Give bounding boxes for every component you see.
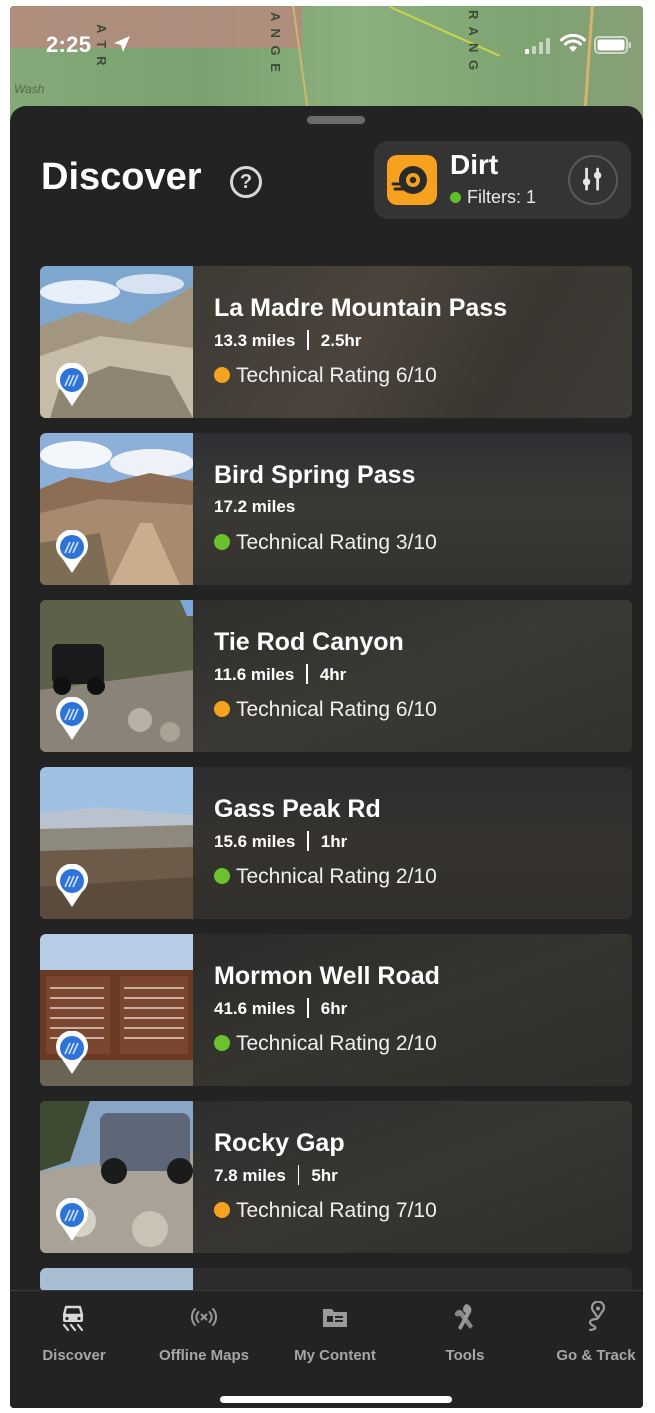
tire-icon (387, 155, 437, 205)
folder-icon (323, 1309, 347, 1327)
trail-card[interactable]: Gass Peak Rd 15.6 miles 1hr Technical Rat… (40, 767, 632, 919)
trail-pin-icon (56, 697, 88, 740)
rating-label: Technical Rating 2/10 (236, 1032, 437, 1055)
trail-distance: 13.3 miles (214, 331, 296, 350)
filter-count: Filters: 1 (450, 187, 536, 208)
rating-label: Technical Rating 6/10 (236, 364, 437, 387)
technical-rating: Technical Rating 6/10 (214, 698, 437, 722)
trail-distance: 7.8 miles (214, 1166, 286, 1185)
technical-rating: Technical Rating 2/10 (214, 865, 437, 889)
wifi-icon (560, 34, 586, 52)
rating-label: Technical Rating 2/10 (236, 865, 437, 888)
filter-settings-button[interactable] (568, 155, 618, 205)
tab-my-content[interactable]: My Content (275, 1301, 395, 1364)
trail-pin-icon (56, 864, 88, 907)
trail-stats: 41.6 miles 6hr (214, 998, 347, 1019)
trail-distance: 11.6 miles (214, 665, 295, 684)
trail-pin-icon (56, 1031, 88, 1074)
rating-dot (214, 701, 230, 717)
trail-pin-icon (56, 530, 88, 573)
stat-divider (307, 330, 309, 350)
tab-label: My Content (294, 1347, 376, 1364)
trail-name: Mormon Well Road (214, 962, 440, 990)
trail-card[interactable]: Bird Spring Pass 17.2 miles Technical Ra… (40, 433, 632, 585)
status-time: 2:25 (46, 32, 92, 57)
trail-stats: 17.2 miles (214, 497, 295, 517)
offline-signal-icon (191, 1308, 217, 1326)
trail-duration: 1hr (320, 832, 348, 851)
trail-distance: 41.6 miles (214, 999, 296, 1018)
discover-sheet: Discover ? Dirt Filters: 1 La Madre Moun… (10, 106, 643, 1408)
tab-tools[interactable]: Tools (405, 1301, 525, 1364)
trail-duration: 6hr (320, 999, 348, 1018)
trail-card[interactable]: Mormon Well Road 41.6 miles 6hr Technical… (40, 934, 632, 1086)
rating-dot (214, 1035, 230, 1051)
trail-pin-icon (56, 1198, 88, 1241)
trail-stats: 15.6 miles 1hr (214, 831, 347, 852)
tab-bar: Discover Offline Maps My Content Tools G… (10, 1290, 643, 1408)
trail-card[interactable]: Tie Rod Canyon 11.6 miles 4hr Technical R… (40, 600, 632, 752)
stat-divider (297, 1165, 300, 1185)
filter-status-dot (450, 192, 461, 203)
rating-dot (214, 868, 230, 884)
rating-label: Technical Rating 7/10 (236, 1199, 437, 1222)
page-title: Discover (41, 156, 202, 198)
trail-photo (40, 1268, 193, 1292)
trail-duration: 4hr (319, 665, 347, 684)
sliders-icon (582, 167, 602, 191)
trail-distance: 17.2 miles (214, 497, 296, 516)
tab-label: Go & Track (556, 1347, 636, 1364)
trail-name: Rocky Gap (214, 1129, 345, 1157)
trail-name: Bird Spring Pass (214, 461, 416, 489)
trail-name: Gass Peak Rd (214, 795, 381, 823)
help-icon[interactable]: ? (230, 166, 262, 198)
technical-rating: Technical Rating 3/10 (214, 531, 437, 555)
trail-duration: 5hr (311, 1166, 338, 1185)
rating-label: Technical Rating 3/10 (236, 531, 437, 554)
trail-duration: 2.5hr (320, 331, 362, 350)
rating-dot (214, 1202, 230, 1218)
tab-label: Discover (42, 1347, 106, 1364)
rating-label: Technical Rating 6/10 (236, 698, 437, 721)
battery-icon (594, 36, 631, 54)
route-pin-icon (588, 1301, 606, 1332)
tab-go-track[interactable]: Go & Track (536, 1301, 643, 1364)
stat-divider (307, 831, 309, 851)
trail-name: Tie Rod Canyon (214, 628, 404, 656)
tools-icon (454, 1304, 473, 1330)
rating-dot (214, 534, 230, 550)
tab-label: Tools (445, 1347, 485, 1364)
home-indicator[interactable] (220, 1396, 452, 1403)
trail-stats: 11.6 miles 4hr (214, 664, 346, 685)
stat-divider (307, 998, 309, 1018)
rating-dot (214, 367, 230, 383)
vehicle-mode-selector[interactable]: Dirt Filters: 1 (374, 141, 631, 219)
trail-card[interactable]: La Madre Mountain Pass 13.3 miles 2.5hr T… (40, 266, 632, 418)
location-arrow-icon (114, 36, 130, 52)
phone-screen: A T R A N G E R A N G Wash 2:25 Discover… (10, 6, 643, 1408)
tab-discover[interactable]: Discover (14, 1301, 134, 1364)
trail-pin-icon (56, 363, 88, 406)
vehicle-mode-name: Dirt (450, 149, 499, 180)
technical-rating: Technical Rating 7/10 (214, 1199, 437, 1223)
technical-rating: Technical Rating 2/10 (214, 1032, 437, 1056)
trail-stats: 7.8 miles 5hr (214, 1165, 338, 1186)
tab-label: Offline Maps (158, 1347, 249, 1364)
sheet-grabber[interactable] (307, 116, 365, 124)
status-bar: 2:25 (10, 6, 643, 96)
trail-stats: 13.3 miles 2.5hr (214, 330, 361, 351)
trail-card[interactable]: Rocky Gap 7.8 miles 5hr Technical Rating … (40, 1101, 632, 1253)
trail-distance: 15.6 miles (214, 832, 296, 851)
trail-card[interactable] (40, 1268, 632, 1292)
tab-offline-maps[interactable]: Offline Maps (144, 1301, 264, 1364)
cell-signal-icon (525, 38, 550, 54)
technical-rating: Technical Rating 6/10 (214, 364, 437, 388)
stat-divider (306, 664, 308, 684)
filter-count-label: Filters: 1 (467, 187, 537, 207)
trail-name: La Madre Mountain Pass (214, 294, 508, 322)
offroad-vehicle-icon (62, 1305, 84, 1332)
